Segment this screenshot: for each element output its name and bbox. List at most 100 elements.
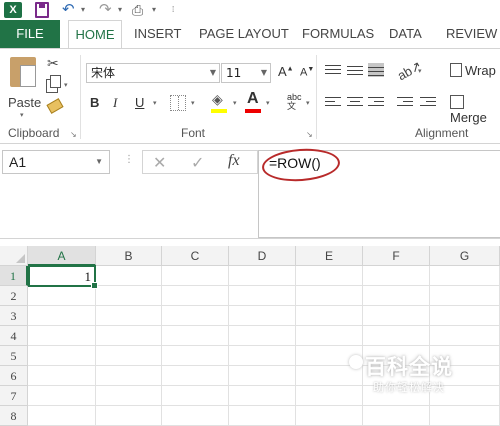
insert-function-icon[interactable]: fx [228,152,240,170]
cell-b3[interactable] [96,306,162,326]
merge-center-button[interactable]: Merge [450,95,500,125]
cell-c1[interactable] [162,266,229,286]
quick-print-icon[interactable]: ⎙ [132,2,148,18]
column-header-e[interactable]: E [296,246,363,266]
align-center-icon[interactable] [347,95,363,109]
cell-b5[interactable] [96,346,162,366]
row-header-7[interactable]: 7 [0,386,28,406]
cell-d3[interactable] [229,306,296,326]
paste-dropdown-icon[interactable]: ▾ [20,111,24,119]
cell-a2[interactable] [28,286,96,306]
decrease-font-size-button[interactable]: A▼ [300,66,314,79]
cell-c5[interactable] [162,346,229,366]
cell-b2[interactable] [96,286,162,306]
align-right-icon[interactable] [368,95,384,109]
bold-button[interactable]: B [90,95,99,111]
column-header-f[interactable]: F [363,246,430,266]
fill-color-dropdown-icon[interactable]: ▾ [233,99,237,107]
cell-f3[interactable] [363,306,430,326]
cell-b1[interactable] [96,266,162,286]
enter-check-icon[interactable]: ✓ [191,153,204,173]
tab-home[interactable]: HOME [68,20,122,49]
format-painter-icon[interactable] [46,98,64,114]
cell-b4[interactable] [96,326,162,346]
copy-dropdown-icon[interactable]: ▾ [64,81,68,89]
row-header-1[interactable]: 1 [0,266,28,286]
formula-bar-grip-icon[interactable]: ⋮ [124,154,134,165]
cell-e1[interactable] [296,266,363,286]
underline-dropdown-icon[interactable]: ▾ [153,99,157,107]
tab-insert[interactable]: INSERT [134,20,181,48]
cell-a3[interactable] [28,306,96,326]
cell-b6[interactable] [96,366,162,386]
borders-dropdown-icon[interactable]: ▾ [191,99,195,107]
cell-d7[interactable] [229,386,296,406]
tab-data[interactable]: DATA [389,20,422,48]
cell-e2[interactable] [296,286,363,306]
cell-f2[interactable] [363,286,430,306]
row-header-8[interactable]: 8 [0,406,28,426]
cell-c6[interactable] [162,366,229,386]
cell-f1[interactable] [363,266,430,286]
undo-dropdown-icon[interactable]: ▾ [81,2,85,18]
print-dropdown-icon[interactable]: ▾ [152,2,156,18]
cell-b7[interactable] [96,386,162,406]
tab-page-layout[interactable]: PAGE LAYOUT [199,20,289,48]
phonetic-dropdown-icon[interactable]: ▾ [306,99,310,107]
cell-d1[interactable] [229,266,296,286]
align-left-icon[interactable] [325,95,341,109]
cell-b8[interactable] [96,406,162,426]
tab-formulas[interactable]: FORMULAS [302,20,374,48]
column-header-d[interactable]: D [229,246,296,266]
cell-d2[interactable] [229,286,296,306]
cell-d6[interactable] [229,366,296,386]
font-color-icon[interactable]: A [247,90,259,108]
row-header-5[interactable]: 5 [0,346,28,366]
orientation-dropdown-icon[interactable]: ▾ [418,67,422,75]
cell-g3[interactable] [430,306,500,326]
decrease-indent-icon[interactable] [397,95,413,109]
row-header-6[interactable]: 6 [0,366,28,386]
align-top-icon[interactable] [325,63,341,77]
clipboard-launcher-icon[interactable]: ↘ [70,130,77,139]
tab-file[interactable]: FILE [0,20,60,48]
fill-color-icon[interactable]: ◈ [212,91,223,108]
cut-icon[interactable]: ✂ [47,55,59,72]
cell-c8[interactable] [162,406,229,426]
font-name-select[interactable]: 宋体 ▼ [86,63,220,83]
increase-indent-icon[interactable] [420,95,436,109]
cell-d8[interactable] [229,406,296,426]
cell-a4[interactable] [28,326,96,346]
underline-button[interactable]: U [135,95,144,111]
cell-a6[interactable] [28,366,96,386]
cell-d4[interactable] [229,326,296,346]
increase-font-size-button[interactable]: A▲ [278,64,294,79]
cell-e4[interactable] [296,326,363,346]
italic-button[interactable]: I [113,95,117,111]
redo-icon[interactable]: ↷ [99,2,112,18]
row-header-3[interactable]: 3 [0,306,28,326]
cell-a1[interactable]: 1 [28,265,98,289]
cell-g2[interactable] [430,286,500,306]
undo-icon[interactable]: ↶ [62,2,75,18]
phonetic-guide-icon[interactable]: abc 文 [287,93,302,111]
borders-icon[interactable] [170,95,186,111]
cell-f4[interactable] [363,326,430,346]
cell-c7[interactable] [162,386,229,406]
cell-a8[interactable] [28,406,96,426]
align-middle-icon[interactable] [347,63,363,77]
cell-f8[interactable] [363,406,430,426]
save-icon[interactable] [35,2,49,18]
name-box[interactable]: A1 ▼ [2,150,110,174]
column-header-b[interactable]: B [96,246,162,266]
cell-c4[interactable] [162,326,229,346]
cell-g8[interactable] [430,406,500,426]
customize-toolbar-icon[interactable]: ⁞ [172,2,174,18]
cell-g4[interactable] [430,326,500,346]
cell-c2[interactable] [162,286,229,306]
row-header-2[interactable]: 2 [0,286,28,306]
redo-dropdown-icon[interactable]: ▾ [118,2,122,18]
tab-review[interactable]: REVIEW [446,20,497,48]
cell-a7[interactable] [28,386,96,406]
paste-button[interactable]: Paste ▾ [6,55,42,119]
